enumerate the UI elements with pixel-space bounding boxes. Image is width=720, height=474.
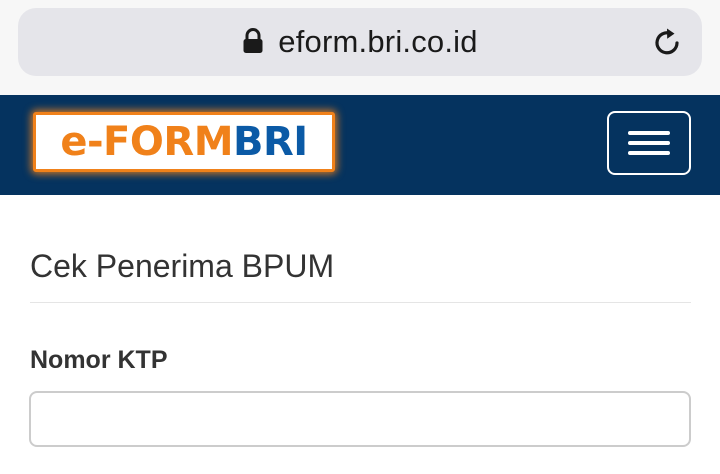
ktp-input[interactable] bbox=[29, 391, 691, 447]
url-text: eform.bri.co.id bbox=[278, 24, 478, 59]
address-bar-content: eform.bri.co.id bbox=[18, 8, 702, 76]
address-bar[interactable]: eform.bri.co.id bbox=[18, 8, 702, 76]
logo-text-bri: BRI bbox=[233, 119, 308, 165]
hamburger-menu-button[interactable] bbox=[607, 111, 691, 175]
reload-icon[interactable] bbox=[652, 26, 684, 58]
hamburger-menu-icon bbox=[628, 131, 670, 135]
lock-icon bbox=[243, 28, 263, 53]
eform-bri-logo[interactable]: e-FORMBRI bbox=[33, 112, 335, 172]
ktp-label: Nomor KTP bbox=[30, 346, 168, 374]
hamburger-menu-icon-bar bbox=[628, 151, 670, 155]
hamburger-menu-icon-bar bbox=[628, 141, 670, 145]
title-divider bbox=[30, 302, 691, 303]
page-title: Cek Penerima BPUM bbox=[30, 248, 335, 284]
browser-chrome: eform.bri.co.id bbox=[0, 0, 720, 95]
site-navbar: e-FORMBRI bbox=[0, 95, 720, 195]
logo-text-eform: e-FORM bbox=[60, 119, 233, 165]
logo-text: e-FORMBRI bbox=[60, 119, 308, 165]
